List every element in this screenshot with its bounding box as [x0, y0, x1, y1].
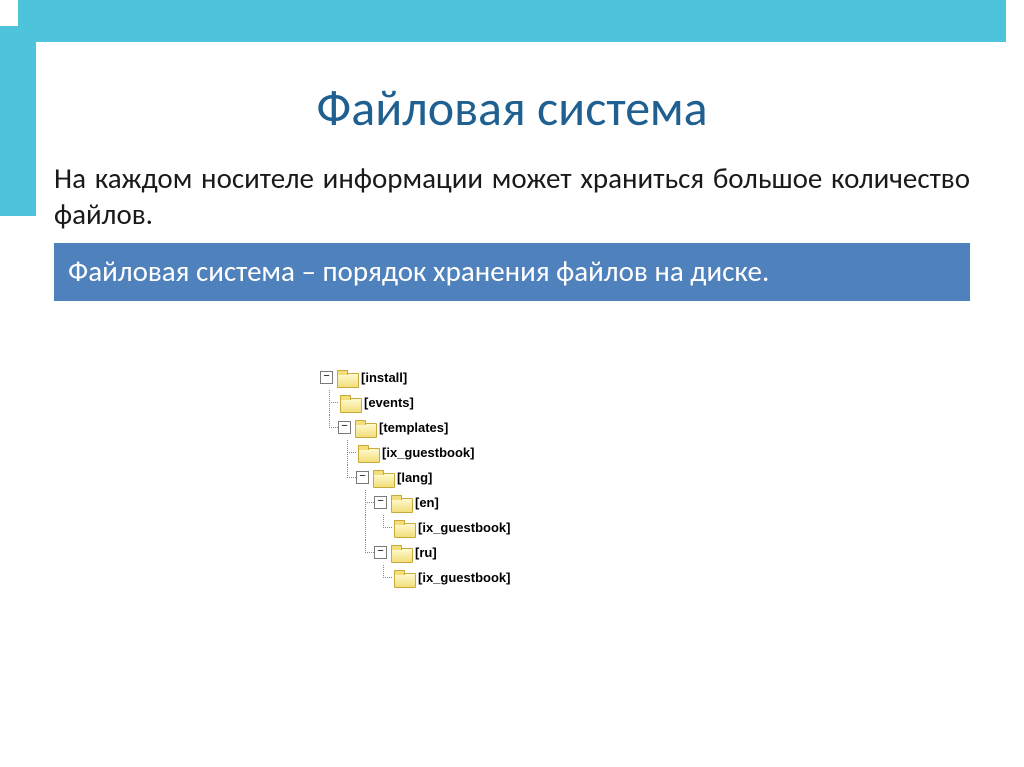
- tree-node-en[interactable]: − [en]: [320, 490, 510, 515]
- tree-label: [ru]: [415, 545, 437, 560]
- definition-box: Файловая система – порядок хранения файл…: [54, 243, 970, 301]
- slide-top-bar: [18, 0, 1006, 42]
- folder-icon: [358, 445, 378, 461]
- collapse-icon[interactable]: −: [338, 421, 351, 434]
- intro-text: На каждом носителе информации может хран…: [54, 160, 970, 233]
- tree-node-ix-guestbook-2[interactable]: [ix_guestbook]: [320, 515, 510, 540]
- folder-tree: − [install] [events] − [templates] [ix_g…: [320, 365, 510, 590]
- tree-label: [ix_guestbook]: [382, 445, 474, 460]
- tree-label: [ix_guestbook]: [418, 570, 510, 585]
- tree-label: [events]: [364, 395, 414, 410]
- folder-icon: [394, 520, 414, 536]
- collapse-icon[interactable]: −: [374, 496, 387, 509]
- tree-node-lang[interactable]: − [lang]: [320, 465, 510, 490]
- folder-icon: [337, 370, 357, 386]
- folder-icon: [340, 395, 360, 411]
- tree-label: [en]: [415, 495, 439, 510]
- slide-title: Файловая система: [0, 78, 1024, 139]
- tree-label: [templates]: [379, 420, 448, 435]
- collapse-icon[interactable]: −: [374, 546, 387, 559]
- tree-node-events[interactable]: [events]: [320, 390, 510, 415]
- collapse-icon[interactable]: −: [356, 471, 369, 484]
- tree-node-templates[interactable]: − [templates]: [320, 415, 510, 440]
- tree-label: [install]: [361, 370, 407, 385]
- folder-icon: [394, 570, 414, 586]
- tree-node-ix-guestbook-1[interactable]: [ix_guestbook]: [320, 440, 510, 465]
- tree-node-ix-guestbook-3[interactable]: [ix_guestbook]: [320, 565, 510, 590]
- tree-node-ru[interactable]: − [ru]: [320, 540, 510, 565]
- tree-label: [ix_guestbook]: [418, 520, 510, 535]
- tree-label: [lang]: [397, 470, 432, 485]
- folder-icon: [391, 545, 411, 561]
- folder-icon: [391, 495, 411, 511]
- folder-icon: [355, 420, 375, 436]
- collapse-icon[interactable]: −: [320, 371, 333, 384]
- folder-icon: [373, 470, 393, 486]
- tree-node-install[interactable]: − [install]: [320, 365, 510, 390]
